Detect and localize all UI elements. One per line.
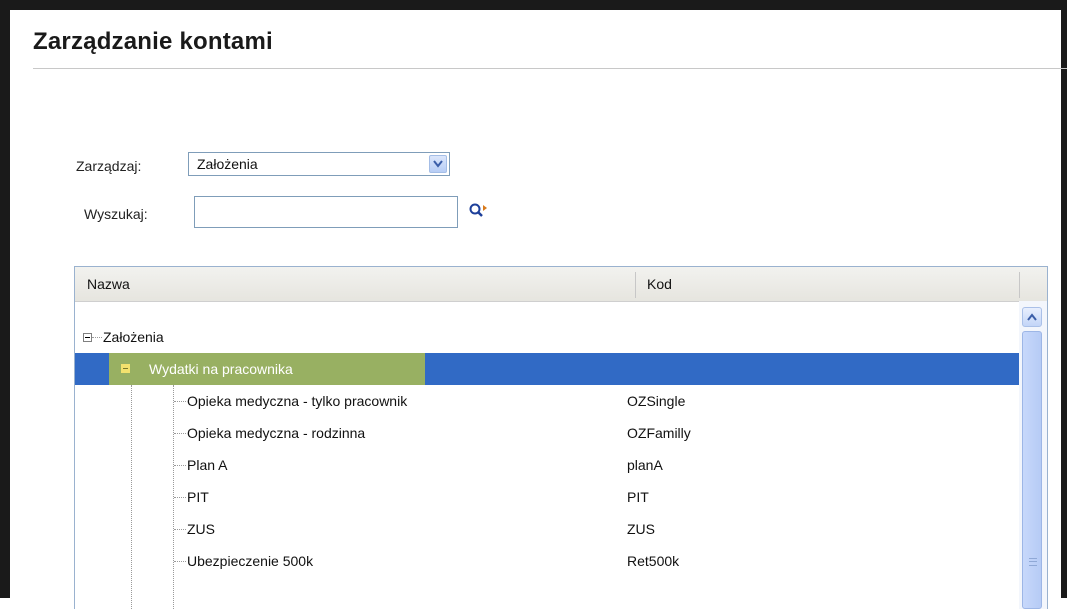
tree-row-item[interactable]: Opieka medyczna - tylko pracownik OZSing… <box>75 385 1019 417</box>
scrollbar-thumb[interactable] <box>1022 331 1042 609</box>
manage-select-value: Założenia <box>197 156 258 172</box>
tree-row-label: Plan A <box>187 457 228 473</box>
tree-connector <box>92 337 102 339</box>
title-divider <box>33 68 1067 69</box>
tree-row-item[interactable]: PIT PIT <box>75 481 1019 513</box>
tree-connector <box>174 433 186 435</box>
tree-row-code: OZSingle <box>627 393 686 409</box>
tree-row-label: Ubezpieczenie 500k <box>187 553 314 569</box>
column-divider[interactable] <box>1019 272 1020 298</box>
tree-row-root[interactable]: Założenia <box>75 321 1019 353</box>
tree-row-label: PIT <box>187 489 209 505</box>
search-input[interactable] <box>194 196 458 228</box>
chevron-up-icon[interactable] <box>1022 307 1042 327</box>
tree-connector <box>174 529 186 531</box>
window-frame-right <box>1061 0 1067 598</box>
tree-connector <box>174 561 186 563</box>
collapse-icon[interactable] <box>83 333 92 342</box>
tree-row-item[interactable]: Ubezpieczenie 500k Ret500k <box>75 545 1019 577</box>
window-frame-top <box>0 0 1067 10</box>
grip-icon <box>1029 558 1037 566</box>
grid-header: Nazwa Kod <box>75 267 1047 302</box>
chevron-down-icon[interactable] <box>429 155 447 173</box>
accounts-tree-grid: Nazwa Kod Założenia Wydatki na pracownik… <box>74 266 1048 609</box>
tree-row-label: Założenia <box>103 329 164 345</box>
tree-row-code: Ret500k <box>627 553 680 569</box>
column-header-name[interactable]: Nazwa <box>87 276 130 292</box>
window-frame-left <box>0 0 10 598</box>
manage-label: Zarządzaj: <box>76 158 142 174</box>
column-divider[interactable] <box>635 272 636 298</box>
column-header-code[interactable]: Kod <box>647 276 672 292</box>
tree-row-item[interactable]: Plan A planA <box>75 449 1019 481</box>
tree-row-group[interactable]: Wydatki na pracownika <box>75 353 1019 385</box>
tree-row-label: Wydatki na pracownika <box>149 361 293 377</box>
search-label: Wyszukaj: <box>84 206 148 222</box>
tree-connector <box>174 497 186 499</box>
tree-connector <box>174 465 186 467</box>
tree-row-item[interactable]: ZUS ZUS <box>75 513 1019 545</box>
tree-connector <box>174 401 186 403</box>
tree-row-label: Opieka medyczna - rodzinna <box>187 425 366 441</box>
page-title: Zarządzanie kontami <box>33 28 273 55</box>
tree-row-code: planA <box>627 457 663 473</box>
search-icon[interactable] <box>466 200 492 222</box>
tree-row-code: ZUS <box>627 521 655 537</box>
collapse-icon[interactable] <box>121 364 130 373</box>
vertical-scrollbar[interactable] <box>1019 301 1047 609</box>
manage-select[interactable]: Założenia <box>188 152 450 176</box>
tree-row-label: ZUS <box>187 521 215 537</box>
tree-row-item[interactable]: Opieka medyczna - rodzinna OZFamilly <box>75 417 1019 449</box>
content-area: Zarządzanie kontami Zarządzaj: Założenia… <box>10 10 1067 609</box>
tree-row-code: PIT <box>627 489 649 505</box>
tree-row-code: OZFamilly <box>627 425 691 441</box>
tree-row-label: Opieka medyczna - tylko pracownik <box>187 393 408 409</box>
